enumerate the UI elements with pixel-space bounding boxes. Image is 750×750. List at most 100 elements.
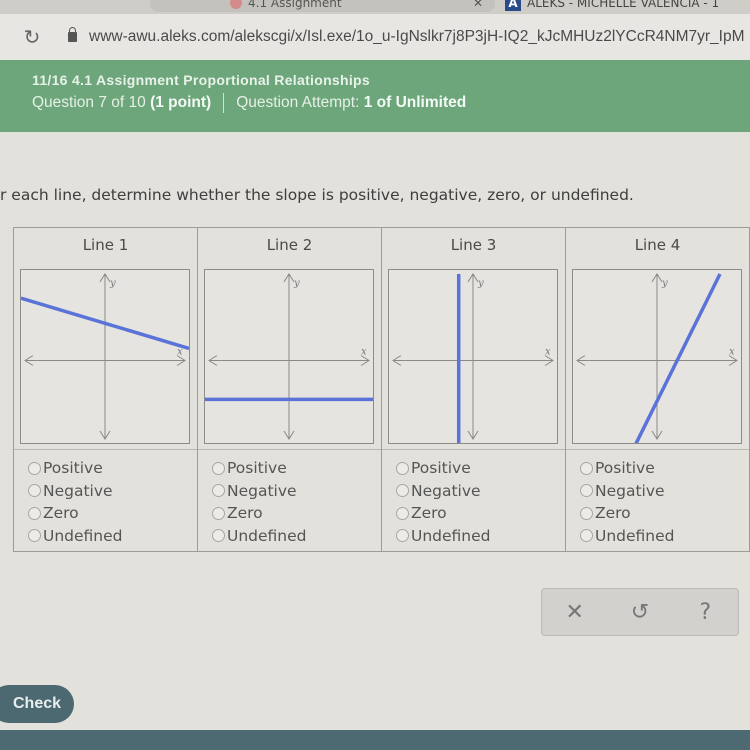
slope-options: Positive Negative Zero Undefined [580, 457, 675, 547]
line-graph: xy [388, 269, 558, 444]
option-label: Positive [43, 459, 103, 478]
radio-button[interactable] [580, 461, 593, 475]
footer-bar [0, 730, 750, 750]
option-positive[interactable]: Positive [580, 457, 675, 480]
row-divider [566, 449, 749, 450]
lock-icon[interactable] [68, 27, 77, 42]
header-divider [223, 93, 225, 113]
radio-button[interactable] [28, 506, 41, 520]
line-title: Line 4 [634, 236, 681, 254]
option-undefined[interactable]: Undefined [580, 525, 675, 548]
check-button[interactable]: Check [0, 685, 74, 723]
clear-icon[interactable]: ✕ [555, 600, 595, 625]
line-column: Line 1 xy Positive Negative Zero Undefin… [14, 228, 198, 551]
question-points: (1 point) [150, 94, 212, 111]
assignment-title: 11/16 4.1 Assignment Proportional Relati… [32, 72, 370, 88]
option-undefined[interactable]: Undefined [396, 525, 491, 548]
option-negative[interactable]: Negative [396, 480, 491, 503]
question-number: Question 7 of 10 [32, 94, 146, 111]
option-label: Undefined [227, 526, 307, 545]
line-column: Line 3 xy Positive Negative Zero Undefin… [382, 228, 566, 551]
radio-button[interactable] [212, 484, 225, 498]
reload-icon[interactable]: ↻ [20, 25, 44, 49]
line-graph: xy [204, 269, 374, 444]
option-negative[interactable]: Negative [28, 480, 123, 503]
assignment-header: 11/16 4.1 Assignment Proportional Relati… [0, 60, 750, 132]
answer-tools: ✕ ↺ ? [541, 588, 739, 636]
radio-button[interactable] [396, 529, 409, 543]
option-label: Negative [411, 481, 481, 500]
x-axis-label: x [361, 347, 367, 358]
option-zero[interactable]: Zero [580, 502, 675, 525]
row-divider [14, 449, 197, 450]
line-column: Line 4 xy Positive Negative Zero Undefin… [566, 228, 749, 551]
tab-label: 4.1 Assignment [248, 0, 342, 10]
radio-button[interactable] [580, 484, 593, 498]
option-label: Negative [595, 481, 665, 500]
radio-button[interactable] [396, 506, 409, 520]
y-axis-label: y [661, 278, 668, 289]
option-label: Zero [43, 504, 79, 523]
lines-table: Line 1 xy Positive Negative Zero Undefin… [13, 227, 750, 552]
url-input[interactable]: www-awu.aleks.com/alekscgi/x/Isl.exe/1o_… [89, 28, 745, 46]
radio-button[interactable] [580, 529, 593, 543]
option-label: Zero [411, 504, 447, 523]
option-label: Positive [595, 459, 655, 478]
row-divider [382, 449, 565, 450]
browser-tab-strip: 4.1 Assignment ✕ A ALEKS - MICHELLE VALE… [0, 0, 750, 14]
option-positive[interactable]: Positive [28, 457, 123, 480]
plotted-line [634, 273, 722, 443]
option-label: Undefined [595, 526, 675, 545]
undo-icon[interactable]: ↺ [620, 600, 660, 625]
option-undefined[interactable]: Undefined [212, 525, 307, 548]
radio-button[interactable] [580, 506, 593, 520]
x-axis-label: x [729, 347, 735, 358]
line-title: Line 2 [266, 236, 313, 254]
option-label: Undefined [411, 526, 491, 545]
option-zero[interactable]: Zero [396, 502, 491, 525]
line-graph: xy [20, 269, 190, 444]
option-undefined[interactable]: Undefined [28, 525, 123, 548]
question-instructions: r each line, determine whether the slope… [0, 186, 634, 204]
option-label: Undefined [43, 526, 123, 545]
radio-button[interactable] [28, 461, 41, 475]
line-graph: xy [572, 269, 742, 444]
option-negative[interactable]: Negative [580, 480, 675, 503]
question-area: r each line, determine whether the slope… [0, 132, 750, 730]
radio-button[interactable] [396, 461, 409, 475]
option-zero[interactable]: Zero [212, 502, 307, 525]
x-axis-label: x [545, 347, 551, 358]
browser-tab-aleks[interactable]: A ALEKS - MICHELLE VALENCIA - 1 [505, 0, 750, 12]
option-negative[interactable]: Negative [212, 480, 307, 503]
y-axis-label: y [109, 278, 116, 289]
radio-button[interactable] [212, 461, 225, 475]
slope-options: Positive Negative Zero Undefined [212, 457, 307, 547]
graph-svg: xy [205, 273, 373, 440]
option-label: Negative [43, 481, 113, 500]
line-column: Line 2 xy Positive Negative Zero Undefin… [198, 228, 382, 551]
row-divider [198, 449, 381, 450]
tab-favicon-icon [230, 0, 242, 9]
browser-tab-assignment[interactable]: 4.1 Assignment ✕ [150, 0, 495, 12]
question-status: Question 7 of 10 (1 point) Question Atte… [32, 93, 750, 113]
help-icon[interactable]: ? [685, 600, 725, 625]
option-label: Positive [411, 459, 471, 478]
close-tab-icon[interactable]: ✕ [473, 0, 483, 10]
attempt-value: 1 of Unlimited [363, 94, 467, 111]
graph-svg: xy [576, 273, 738, 443]
graph-svg: xy [392, 273, 554, 443]
option-zero[interactable]: Zero [28, 502, 123, 525]
line-title: Line 3 [450, 236, 497, 254]
graph-svg: xy [21, 273, 189, 440]
aleks-favicon-icon: A [505, 0, 521, 11]
option-label: Negative [227, 481, 297, 500]
radio-button[interactable] [28, 529, 41, 543]
slope-options: Positive Negative Zero Undefined [28, 457, 123, 547]
radio-button[interactable] [28, 484, 41, 498]
option-positive[interactable]: Positive [396, 457, 491, 480]
radio-button[interactable] [212, 529, 225, 543]
radio-button[interactable] [396, 484, 409, 498]
address-bar: ↻ www-awu.aleks.com/alekscgi/x/Isl.exe/1… [0, 14, 750, 60]
option-positive[interactable]: Positive [212, 457, 307, 480]
radio-button[interactable] [212, 506, 225, 520]
